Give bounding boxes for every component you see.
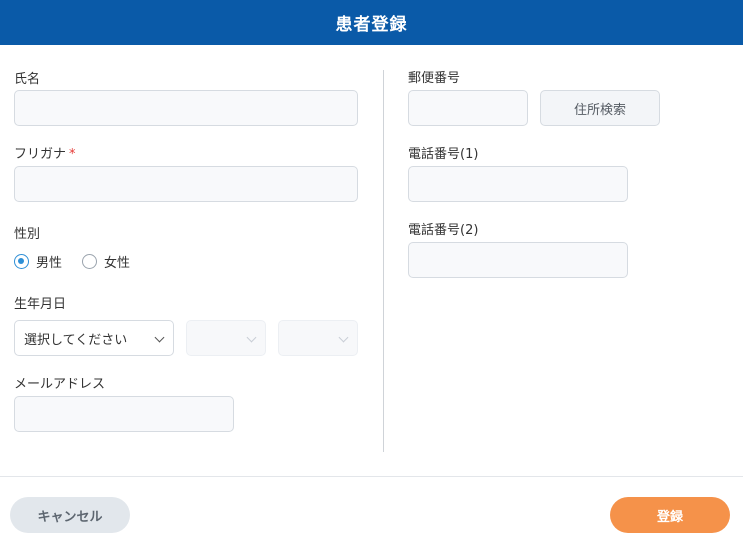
required-mark: * [69, 147, 76, 162]
dialog-header: 患者登録 [0, 0, 743, 45]
phone1-label: 電話番号(1) [408, 147, 479, 162]
postal-label: 郵便番号 [408, 71, 461, 86]
footer-divider [0, 476, 743, 477]
phone2-label: 電話番号(2) [408, 223, 479, 238]
dialog-title: 患者登録 [335, 15, 408, 35]
cancel-button[interactable]: キャンセル [10, 497, 130, 533]
gender-label: 性別 [14, 227, 41, 242]
phone1-input[interactable] [408, 166, 628, 202]
email-label: メールアドレス [14, 377, 106, 392]
birth-year-select[interactable]: 選択してください [14, 320, 174, 356]
name-input[interactable] [14, 90, 358, 126]
email-input[interactable] [14, 396, 234, 432]
birth-month-select[interactable] [186, 320, 266, 356]
register-button[interactable]: 登録 [610, 497, 730, 533]
postal-input[interactable] [408, 90, 528, 126]
furigana-input[interactable] [14, 166, 358, 202]
phone2-input[interactable] [408, 242, 628, 278]
name-label: 氏名 [14, 72, 41, 87]
birth-day-select[interactable] [278, 320, 358, 356]
furigana-label-wrap: フリガナ * [14, 143, 76, 162]
address-search-button[interactable]: 住所検索 [540, 90, 660, 126]
radio-female[interactable] [82, 254, 97, 269]
chevron-down-icon [338, 332, 349, 343]
gender-option-female[interactable]: 女性 [82, 252, 130, 271]
chevron-down-icon [154, 332, 165, 343]
radio-male[interactable] [14, 254, 29, 269]
birthdate-label: 生年月日 [14, 297, 67, 312]
column-divider [383, 70, 384, 452]
furigana-label: フリガナ [14, 147, 67, 162]
gender-female-label: 女性 [104, 256, 131, 271]
gender-option-male[interactable]: 男性 [14, 252, 62, 271]
chevron-down-icon [246, 332, 257, 343]
birth-year-value: 選択してください [24, 332, 128, 348]
gender-male-label: 男性 [36, 256, 63, 271]
